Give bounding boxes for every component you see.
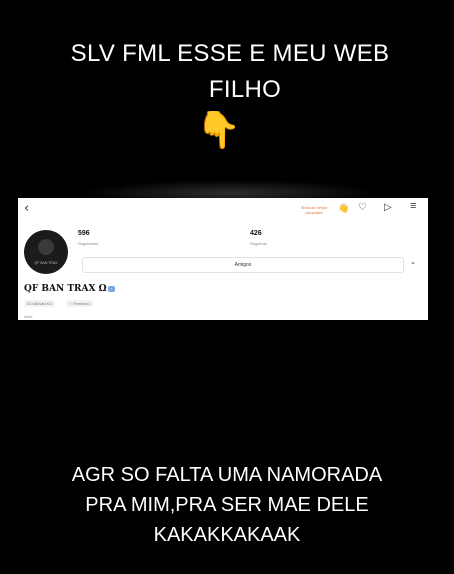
- pointing-down-hand-icon: 👇: [196, 109, 241, 150]
- followers-label: Seguidores: [78, 241, 99, 246]
- gender-chip: ♀ Feminino: [66, 300, 93, 307]
- bottom-caption-line2: PRA MIM,PRA SER MAE DELE: [85, 494, 369, 516]
- menu-icon[interactable]: ≡: [410, 200, 416, 212]
- top-caption: SLV FML ESSE E MEU WEB FILHO: [0, 36, 454, 108]
- bottom-caption: AGR SO FALTA UMA NAMORADA PRA MIM,PRA SE…: [0, 460, 454, 550]
- back-arrow-icon[interactable]: ‹: [24, 201, 29, 216]
- avatar-tag: QF BAN TRAX: [34, 261, 58, 265]
- top-caption-line1: SLV FML ESSE E MEU WEB: [70, 40, 390, 67]
- bottom-caption-line1: AGR SO FALTA UMA NAMORADA: [71, 464, 383, 486]
- more-text[interactable]: Mais: [24, 314, 32, 319]
- following-label: Seguindo: [250, 241, 267, 246]
- bottom-caption-line3: KAKAKKAKAAK: [153, 524, 301, 546]
- following-count[interactable]: 426: [250, 230, 262, 237]
- profile-screenshot: ‹ Sinta-se nesse psiquiatre 👋 ♡ ▷ ≡ QF B…: [18, 198, 428, 320]
- chevron-down-icon[interactable]: ⌄: [410, 258, 416, 266]
- verified-badge-icon: ✓: [108, 286, 115, 292]
- notification-text: Sinta-se nesse psiquiatre: [300, 205, 328, 215]
- send-icon[interactable]: ▷: [384, 202, 392, 213]
- user-id-chip: ID:U84wk1KG: [24, 300, 56, 307]
- avatar[interactable]: QF BAN TRAX: [24, 230, 68, 274]
- followers-count[interactable]: 596: [78, 230, 90, 237]
- avatar-figure: [38, 239, 54, 255]
- profile-username: QF BAN TRAX Ω: [24, 284, 107, 294]
- waving-hand-icon: 👋: [338, 203, 350, 213]
- amigos-button[interactable]: Amigos: [82, 257, 404, 273]
- top-caption-line2: FILHO: [208, 76, 282, 103]
- heart-icon[interactable]: ♡: [358, 202, 367, 213]
